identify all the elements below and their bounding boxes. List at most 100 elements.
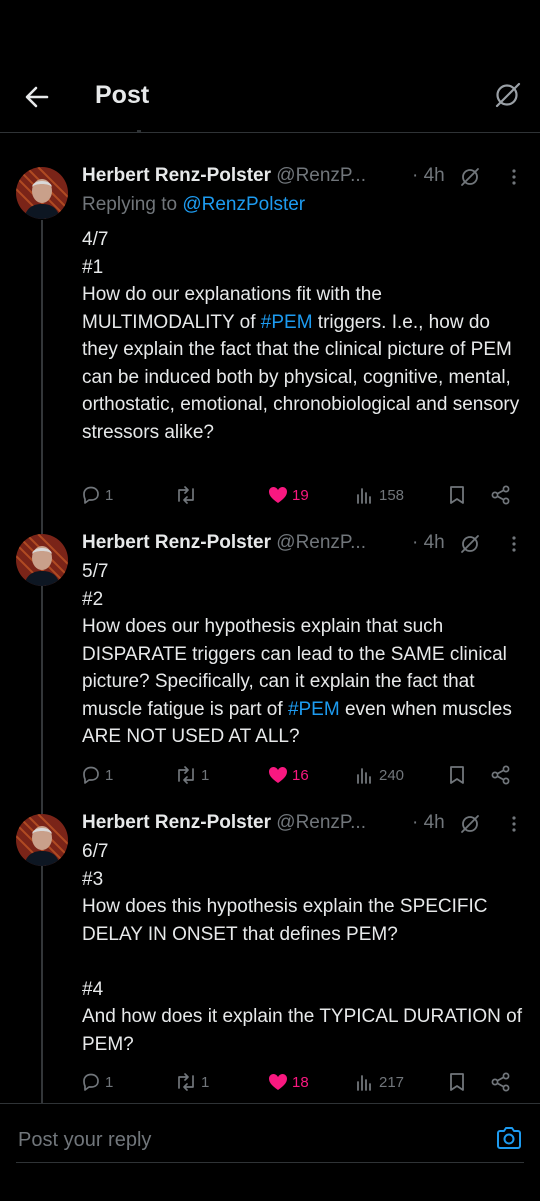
repost-button[interactable]: 1 xyxy=(174,1069,209,1095)
text-line: 4/7 xyxy=(82,229,109,250)
author-name[interactable]: Herbert Renz-Polster xyxy=(82,812,271,833)
author-name[interactable]: Herbert Renz-Polster xyxy=(82,532,271,553)
tweet-actions: 1 1 16 240 xyxy=(80,762,520,788)
like-count: 18 xyxy=(292,1073,309,1091)
reply-button[interactable]: 1 xyxy=(80,1069,113,1095)
tweet-5-of-7[interactable]: Herbert Renz-Polster @RenzP... · 4h 5/7 … xyxy=(0,523,540,818)
heart-filled-icon xyxy=(269,487,287,503)
share-button[interactable] xyxy=(490,762,512,788)
tweet-4-of-7[interactable]: Herbert Renz-Polster @RenzP... · 4h Repl… xyxy=(0,133,540,538)
reply-count: 1 xyxy=(105,1073,114,1091)
like-button[interactable]: 16 xyxy=(267,762,309,788)
repost-count: 1 xyxy=(201,766,210,784)
separator-dot: · xyxy=(412,812,419,833)
views-button[interactable]: 217 xyxy=(354,1069,404,1095)
share-icon xyxy=(491,485,510,505)
text-line: 5/7 xyxy=(82,561,109,582)
like-button[interactable]: 19 xyxy=(267,482,309,508)
page-title: Post xyxy=(95,81,150,109)
bookmark-icon xyxy=(450,486,464,504)
author-name[interactable]: Herbert Renz-Polster xyxy=(82,165,271,186)
views-chart-icon xyxy=(357,1075,371,1091)
reply-icon xyxy=(83,1073,99,1091)
text-paragraph: How does our hypothesis explain that suc… xyxy=(82,616,512,747)
tweet-header: Herbert Renz-Polster @RenzP... · 4h xyxy=(82,532,522,558)
timestamp[interactable]: 4h xyxy=(424,165,445,186)
author-handle[interactable]: @RenzP... xyxy=(276,812,366,833)
hashtag-link[interactable]: #PEM xyxy=(261,312,313,333)
bookmark-icon xyxy=(450,1073,464,1091)
text-line: #1 xyxy=(82,256,104,278)
repost-icon xyxy=(178,1073,194,1091)
text-paragraph: How do our explanations fit with the MUL… xyxy=(82,284,520,443)
tweet-header: Herbert Renz-Polster @RenzP... · 4h xyxy=(82,812,522,838)
author-handle[interactable]: @RenzP... xyxy=(276,165,366,186)
like-button[interactable]: 18 xyxy=(267,1069,309,1095)
avatar[interactable] xyxy=(16,534,68,586)
camera-button[interactable] xyxy=(495,1124,523,1152)
views-button[interactable]: 158 xyxy=(354,482,404,508)
views-chart-icon xyxy=(357,768,371,784)
separator-dot: · xyxy=(412,532,419,553)
share-button[interactable] xyxy=(490,482,512,508)
share-icon xyxy=(491,765,510,785)
text-line: #3 xyxy=(82,868,104,890)
repost-icon xyxy=(178,486,194,504)
heart-filled-icon xyxy=(269,767,287,783)
tweet-text: 6/7 #3 How does this hypothesis explain … xyxy=(82,838,527,1058)
tweet-actions: 1 19 158 xyxy=(80,482,520,508)
like-count: 16 xyxy=(292,766,309,784)
reply-icon xyxy=(83,486,99,504)
avatar[interactable] xyxy=(16,814,68,866)
more-options-icon[interactable] xyxy=(506,166,522,188)
repost-button[interactable]: 1 xyxy=(174,762,209,788)
view-count: 158 xyxy=(379,486,405,504)
text-line: #4 xyxy=(82,978,104,1000)
tweet-6-of-7[interactable]: Herbert Renz-Polster @RenzP... · 4h 6/7 … xyxy=(0,803,540,1103)
grok-icon[interactable] xyxy=(459,533,481,555)
share-button[interactable] xyxy=(490,1069,512,1095)
reply-button[interactable]: 1 xyxy=(80,482,113,508)
camera-icon xyxy=(497,1127,521,1149)
top-app-bar: Post xyxy=(0,0,540,133)
text-line: #2 xyxy=(82,588,104,610)
bookmark-button[interactable] xyxy=(446,1069,468,1095)
replying-to: Replying to @RenzPolster xyxy=(82,194,305,216)
reply-icon xyxy=(83,766,99,784)
arrow-left-icon xyxy=(25,86,49,108)
reply-input[interactable] xyxy=(16,1124,490,1156)
separator-dot: · xyxy=(412,165,419,186)
text-paragraph: How does this hypothesis explain the SPE… xyxy=(82,896,488,945)
replying-to-label: Replying to xyxy=(82,194,178,215)
reply-button[interactable]: 1 xyxy=(80,762,113,788)
reply-composer xyxy=(0,1103,540,1201)
views-button[interactable]: 240 xyxy=(354,762,404,788)
timestamp[interactable]: 4h xyxy=(424,812,445,833)
tweet-actions: 1 1 18 217 xyxy=(80,1069,520,1095)
grok-icon xyxy=(495,82,521,108)
grok-icon[interactable] xyxy=(459,813,481,835)
author-handle[interactable]: @RenzP... xyxy=(276,532,366,553)
thread-line xyxy=(41,220,43,538)
grok-button[interactable] xyxy=(492,80,522,110)
bookmark-icon xyxy=(450,766,464,784)
more-options-icon[interactable] xyxy=(506,533,522,555)
grok-icon[interactable] xyxy=(459,166,481,188)
replying-to-handle-link[interactable]: @RenzPolster xyxy=(182,194,305,215)
back-button[interactable] xyxy=(22,82,52,112)
bookmark-button[interactable] xyxy=(446,482,468,508)
reply-underline xyxy=(16,1162,524,1163)
thread-line xyxy=(41,585,43,818)
repost-button[interactable] xyxy=(174,482,201,508)
like-count: 19 xyxy=(292,486,309,504)
repost-icon xyxy=(178,766,194,784)
tweet-text: 5/7 #2 How does our hypothesis explain t… xyxy=(82,558,527,751)
timestamp[interactable]: 4h xyxy=(424,532,445,553)
bookmark-button[interactable] xyxy=(446,762,468,788)
hashtag-link[interactable]: #PEM xyxy=(288,699,340,720)
more-options-icon[interactable] xyxy=(506,813,522,835)
views-chart-icon xyxy=(357,488,371,504)
view-count: 240 xyxy=(379,766,405,784)
avatar[interactable] xyxy=(16,167,68,219)
